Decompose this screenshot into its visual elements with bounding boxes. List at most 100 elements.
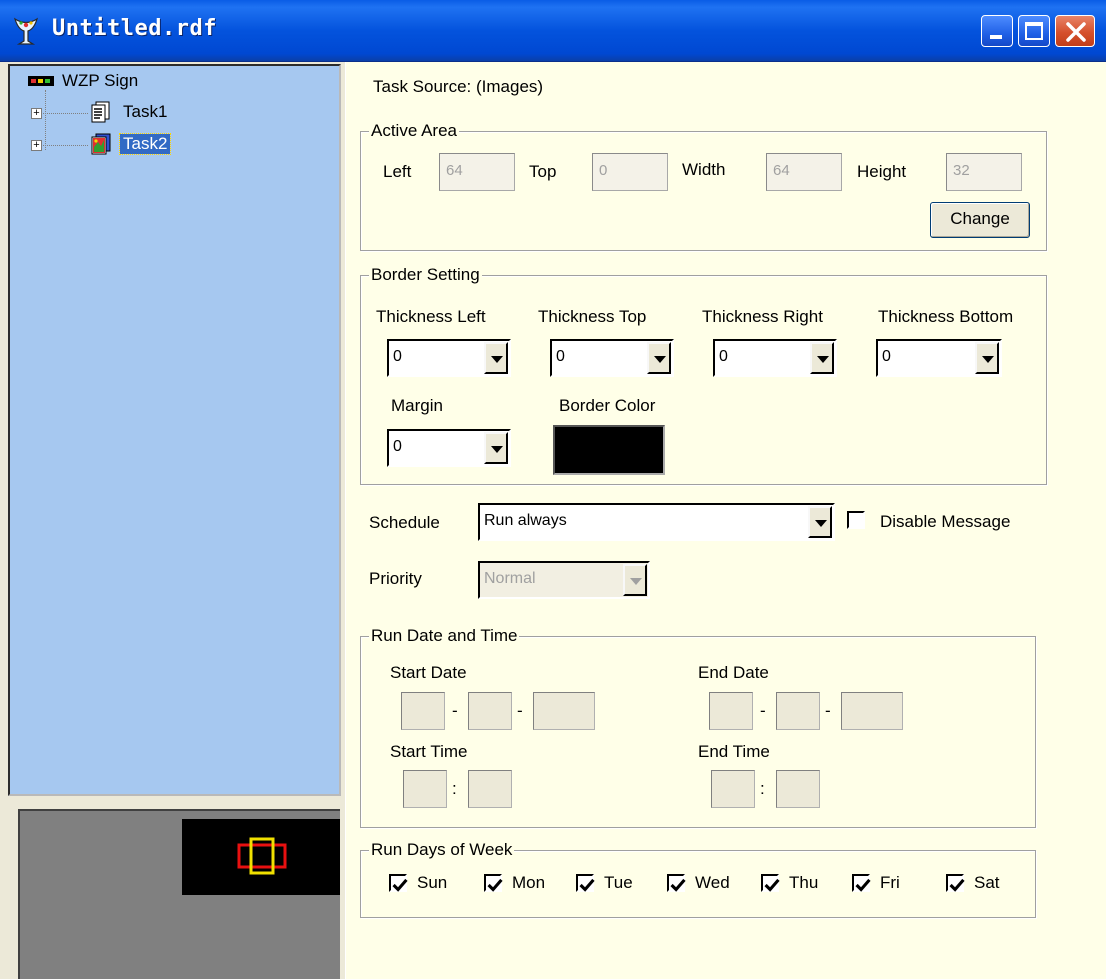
change-button[interactable]: Change <box>930 202 1030 238</box>
start-date-year-input[interactable] <box>401 692 445 730</box>
dropdown-arrow-icon[interactable] <box>484 342 508 374</box>
thickness-right-select[interactable]: 0 <box>713 339 837 377</box>
height-input[interactable]: 32 <box>946 153 1022 191</box>
tree-root-label: WZP Sign <box>62 71 139 90</box>
border-color-swatch[interactable] <box>553 425 665 475</box>
select-value: 0 <box>556 348 565 365</box>
group-legend: Active Area <box>369 121 459 141</box>
tree-root-wzp-sign[interactable]: WZP Sign <box>28 70 138 92</box>
maximize-button[interactable] <box>1018 15 1050 47</box>
day-checkbox-tue[interactable] <box>576 874 595 892</box>
top-input[interactable]: 0 <box>592 153 668 191</box>
select-value: 0 <box>719 348 728 365</box>
select-value: Run always <box>484 512 567 529</box>
expand-icon-task1[interactable]: + <box>31 108 42 119</box>
run-date-time-group: Run Date and Time Start Date - - End Dat… <box>360 626 1036 828</box>
priority-select[interactable]: Normal <box>478 561 650 599</box>
margin-label: Margin <box>391 396 443 415</box>
thickness-bottom-label: Thickness Bottom <box>878 307 1014 326</box>
start-date-day-input[interactable] <box>533 692 595 730</box>
date-separator: - <box>517 701 523 720</box>
disable-message-checkbox[interactable] <box>847 511 865 529</box>
thickness-top-select[interactable]: 0 <box>550 339 674 377</box>
end-date-month-input[interactable] <box>776 692 820 730</box>
start-time-minute-input[interactable] <box>468 770 512 808</box>
left-pane: WZP Sign + Task1 + Task2 <box>0 62 346 979</box>
day-label-wed: Wed <box>695 873 730 892</box>
tree-item-task1[interactable]: Task1 <box>90 100 170 124</box>
end-date-year-input[interactable] <box>709 692 753 730</box>
title-bar[interactable]: Untitled.rdf <box>0 0 1106 62</box>
text-document-icon <box>91 101 110 123</box>
select-value: 0 <box>393 438 402 455</box>
day-checkbox-thu[interactable] <box>761 874 780 892</box>
time-separator: : <box>452 779 457 798</box>
schedule-label: Schedule <box>369 513 440 532</box>
day-checkbox-mon[interactable] <box>484 874 503 892</box>
day-label-tue: Tue <box>604 873 633 892</box>
width-input[interactable]: 64 <box>766 153 842 191</box>
tree-item-task2[interactable]: Task2 <box>90 132 172 156</box>
tree-line <box>43 145 88 146</box>
minimize-icon <box>990 35 1002 39</box>
start-time-label: Start Time <box>390 742 468 761</box>
dropdown-arrow-icon[interactable] <box>623 564 647 596</box>
priority-label: Priority <box>369 569 422 588</box>
tree-line <box>43 113 88 114</box>
end-date-label: End Date <box>698 663 769 682</box>
day-checkbox-fri[interactable] <box>852 874 871 892</box>
day-checkbox-sun[interactable] <box>389 874 408 892</box>
dropdown-arrow-icon[interactable] <box>810 342 834 374</box>
group-legend: Run Date and Time <box>369 626 520 646</box>
border-setting-group: Border Setting Thickness Left 0 Thicknes… <box>360 265 1047 485</box>
select-value: 0 <box>393 348 402 365</box>
dropdown-arrow-icon[interactable] <box>975 342 999 374</box>
end-time-hour-input[interactable] <box>711 770 755 808</box>
top-label: Top <box>529 162 557 181</box>
day-label-sun: Sun <box>417 873 448 892</box>
active-area-marker-icon <box>237 837 287 875</box>
thickness-left-select[interactable]: 0 <box>387 339 511 377</box>
close-button[interactable] <box>1055 15 1095 47</box>
preview-display-area <box>182 819 340 895</box>
day-checkbox-sat[interactable] <box>946 874 965 892</box>
height-label: Height <box>857 162 907 181</box>
day-label-fri: Fri <box>880 873 900 892</box>
app-icon <box>12 16 40 46</box>
window-title: Untitled.rdf <box>52 16 217 41</box>
start-time-hour-input[interactable] <box>403 770 447 808</box>
dropdown-arrow-icon[interactable] <box>484 432 508 464</box>
schedule-select[interactable]: Run always <box>478 503 835 541</box>
end-time-label: End Time <box>698 742 770 761</box>
day-label-mon: Mon <box>512 873 546 892</box>
date-separator: - <box>760 701 766 720</box>
width-label: Width <box>682 160 726 179</box>
sign-tree[interactable]: WZP Sign + Task1 + Task2 <box>8 64 341 796</box>
date-separator: - <box>825 701 831 720</box>
day-checkbox-wed[interactable] <box>667 874 686 892</box>
date-separator: - <box>452 701 458 720</box>
disable-message-label: Disable Message <box>880 512 1011 531</box>
end-time-minute-input[interactable] <box>776 770 820 808</box>
task-properties-pane: Task Source: (Images) Active Area Left 6… <box>347 62 1106 979</box>
dropdown-arrow-icon[interactable] <box>647 342 671 374</box>
expand-icon-task2[interactable]: + <box>31 140 42 151</box>
maximize-icon <box>1025 22 1043 40</box>
margin-select[interactable]: 0 <box>387 429 511 467</box>
group-legend: Run Days of Week <box>369 840 515 860</box>
group-legend: Border Setting <box>369 265 482 285</box>
thickness-top-label: Thickness Top <box>538 307 647 326</box>
left-input[interactable]: 64 <box>439 153 515 191</box>
day-label-sat: Sat <box>974 873 1000 892</box>
tree-item-label: Task2 <box>118 133 172 155</box>
start-date-month-input[interactable] <box>468 692 512 730</box>
run-days-group: Run Days of Week Sun Mon Tue Wed Thu Fri Sat <box>360 840 1036 918</box>
dropdown-arrow-icon[interactable] <box>808 506 832 538</box>
thickness-bottom-select[interactable]: 0 <box>876 339 1002 377</box>
end-date-day-input[interactable] <box>841 692 903 730</box>
minimize-button[interactable] <box>981 15 1013 47</box>
tree-line <box>45 90 46 150</box>
image-document-icon <box>91 133 111 155</box>
time-separator: : <box>760 779 765 798</box>
border-color-label: Border Color <box>559 396 656 415</box>
